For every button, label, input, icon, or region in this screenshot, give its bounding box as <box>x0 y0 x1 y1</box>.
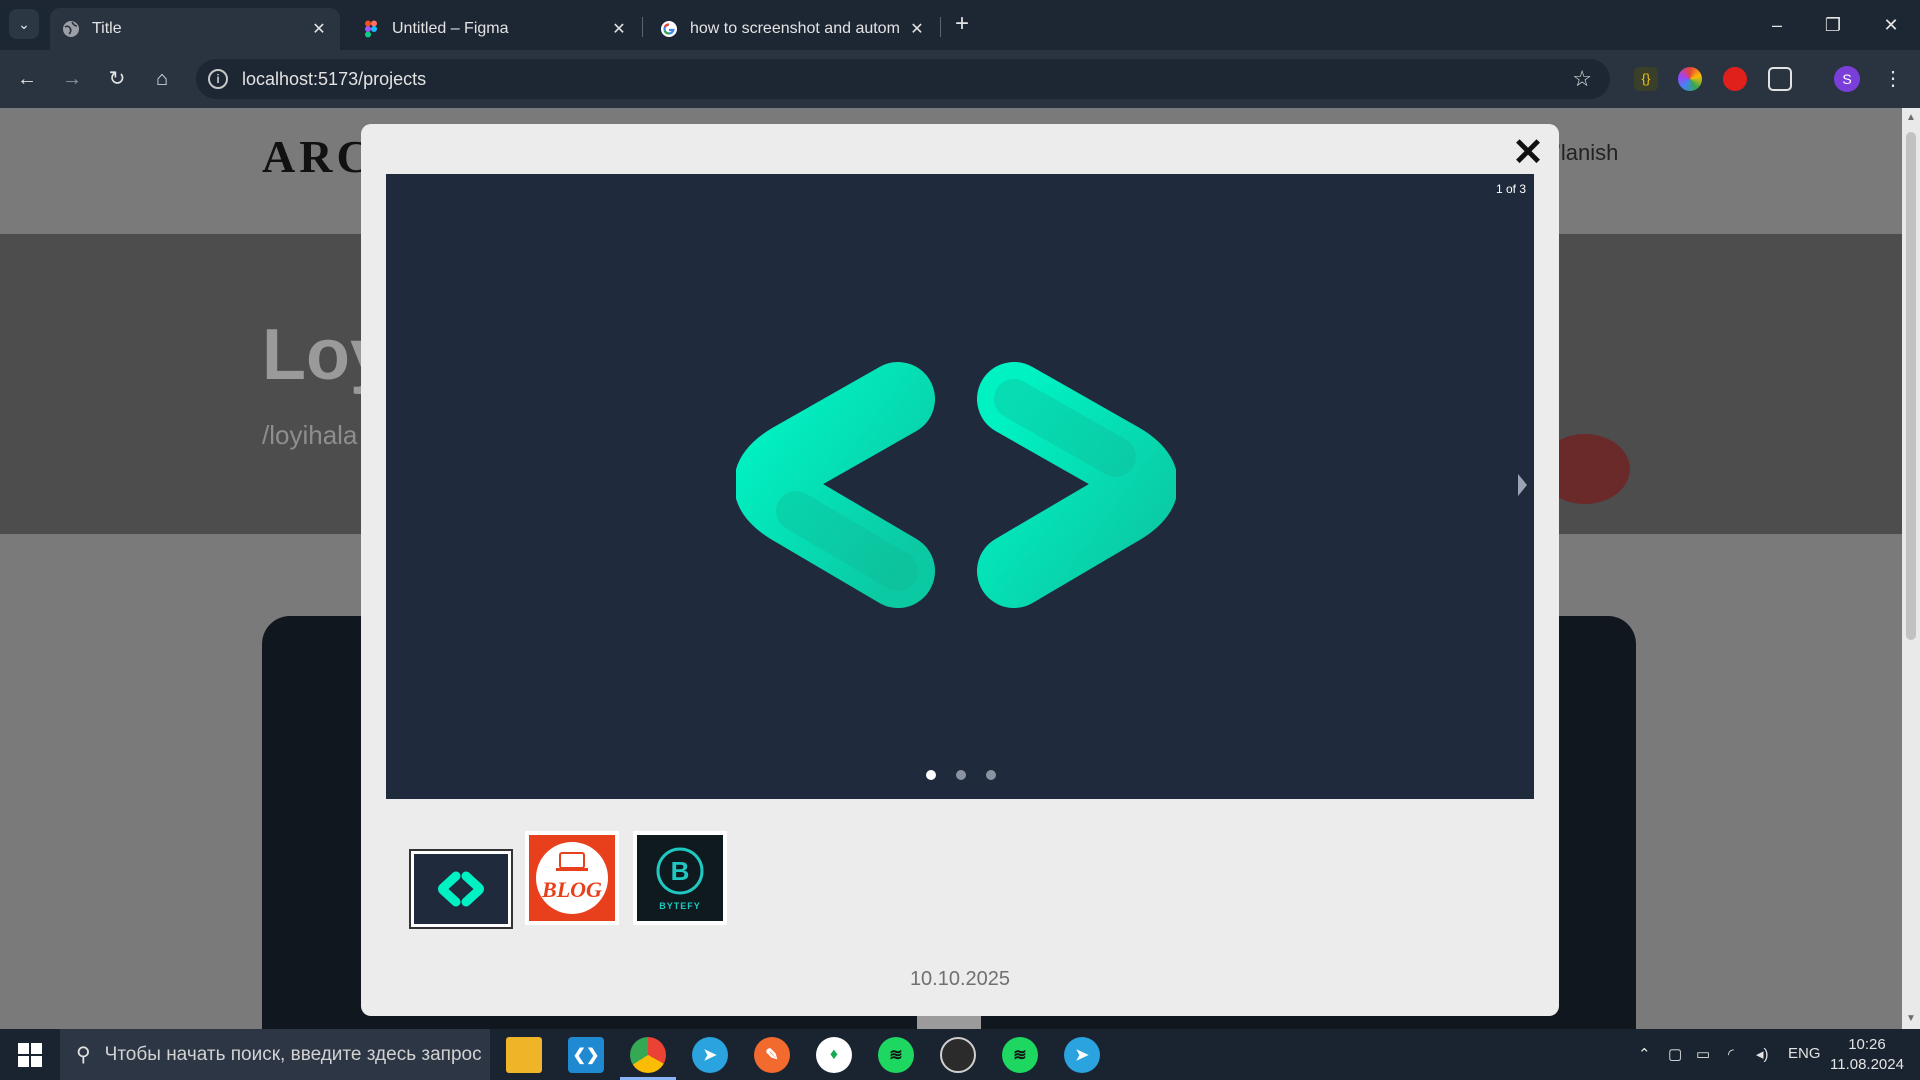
close-tab-icon[interactable]: ✕ <box>908 20 926 38</box>
tab-figma[interactable]: Untitled – Figma ✕ <box>350 8 640 50</box>
show-hidden-icons-icon[interactable]: ⌃ <box>1638 1045 1651 1063</box>
close-tab-icon[interactable]: ✕ <box>310 20 328 38</box>
bytefy-label: BYTEFY <box>659 901 701 911</box>
system-clock[interactable]: 10:26 11.08.2024 <box>1830 1035 1904 1075</box>
project-date: 10.10.2025 <box>909 968 1011 990</box>
thumbnail-strip: BLOG B BYTEFY <box>409 828 727 929</box>
browser-toolbar: ← → ↻ ⌂ i localhost:5173/projects ☆ {} S… <box>0 50 1920 108</box>
carousel-indicator <box>917 1016 981 1029</box>
stop-hand-extension-icon[interactable] <box>1723 67 1747 91</box>
tab-separator <box>642 17 643 37</box>
slide-dot[interactable] <box>986 770 996 780</box>
nav-link[interactable]: ’lanish <box>1556 140 1618 166</box>
slide-dot[interactable] <box>956 770 966 780</box>
image-lightbox-modal: ✕ 1 of 3 BLOG B BYTEFY 10.10.2025 <box>361 124 1559 1016</box>
blog-label: BLOG <box>541 877 602 902</box>
tab-google[interactable]: how to screenshot and automat ✕ <box>648 8 938 50</box>
wifi-icon[interactable]: ◜ <box>1728 1045 1734 1063</box>
tab-title[interactable]: Title ✕ <box>50 8 340 50</box>
breadcrumb: /loyihala <box>262 420 358 450</box>
telegram-icon[interactable]: ➤ <box>1064 1037 1100 1073</box>
close-icon[interactable]: ✕ <box>1511 134 1545 172</box>
windows-taskbar: ⚲ Чтобы начать поиск, введите здесь запр… <box>0 1029 1920 1080</box>
page-scrollbar[interactable]: ▲ ▼ <box>1902 108 1920 1029</box>
tab-label: how to screenshot and automat <box>690 20 900 37</box>
tab-search-button[interactable]: ⌄ <box>9 9 39 39</box>
color-picker-extension-icon[interactable] <box>1678 67 1702 91</box>
spotify-icon[interactable]: ≋ <box>1002 1037 1038 1073</box>
globe-icon <box>63 21 79 37</box>
thumbnail-1[interactable] <box>409 849 513 929</box>
close-tab-icon[interactable]: ✕ <box>610 20 628 38</box>
slide-viewer: 1 of 3 <box>386 174 1534 799</box>
url-text[interactable]: localhost:5173/projects <box>242 69 426 90</box>
menu-kebab-icon[interactable]: ⋮ <box>1878 64 1908 94</box>
bytefy-b-icon: B BYTEFY <box>656 847 704 911</box>
google-icon <box>661 21 677 37</box>
scroll-down-icon[interactable]: ▼ <box>1906 1013 1916 1024</box>
code-brackets-icon <box>438 871 484 907</box>
telegram-icon[interactable]: ➤ <box>692 1037 728 1073</box>
postman-icon[interactable]: ✎ <box>754 1037 790 1073</box>
chrome-icon[interactable] <box>630 1037 666 1073</box>
clock-time: 10:26 <box>1848 1036 1886 1053</box>
browser-tab-bar: ⌄ Title ✕ Untitled – Figma ✕ how to scre… <box>0 0 1920 50</box>
thumbnail-2[interactable]: BLOG <box>525 831 619 925</box>
reload-icon[interactable]: ↻ <box>102 64 132 94</box>
windows-start-icon[interactable] <box>18 1043 42 1067</box>
thumbnail-3[interactable]: B BYTEFY <box>633 831 727 925</box>
address-bar[interactable]: i localhost:5173/projects ☆ <box>196 59 1610 99</box>
tab-label: Title <box>92 20 122 37</box>
figma-icon <box>365 20 377 38</box>
obs-icon[interactable] <box>940 1037 976 1073</box>
site-logo[interactable]: ARC <box>262 130 374 183</box>
back-icon[interactable]: ← <box>12 64 42 94</box>
spotify-icon[interactable]: ≋ <box>878 1037 914 1073</box>
scroll-up-icon[interactable]: ▲ <box>1906 112 1916 123</box>
profile-avatar[interactable]: S <box>1834 66 1860 92</box>
language-indicator[interactable]: ENG <box>1788 1045 1821 1062</box>
slide-dot[interactable] <box>926 770 936 780</box>
file-explorer-icon[interactable] <box>506 1037 542 1073</box>
minimize-icon[interactable]: – <box>1762 10 1792 40</box>
scrollbar-thumb[interactable] <box>1906 132 1916 640</box>
vscode-icon[interactable]: ❮❯ <box>568 1037 604 1073</box>
search-icon: ⚲ <box>76 1044 91 1066</box>
tab-label: Untitled – Figma <box>392 20 509 37</box>
new-tab-button[interactable]: + <box>950 12 974 37</box>
next-slide-icon[interactable] <box>1518 474 1527 496</box>
battery-icon[interactable]: ▭ <box>1696 1045 1710 1063</box>
chevron-down-icon: ⌄ <box>18 15 30 32</box>
json-extension-icon[interactable]: {} <box>1634 67 1658 91</box>
bookmark-star-icon[interactable]: ☆ <box>1572 66 1592 92</box>
extensions-puzzle-icon[interactable] <box>1768 67 1792 91</box>
slide-dots <box>926 770 1006 782</box>
clock-date: 11.08.2024 <box>1830 1056 1904 1073</box>
svg-text:B: B <box>671 856 690 886</box>
forward-icon[interactable]: → <box>57 64 87 94</box>
laptop-icon: BLOG <box>536 842 608 914</box>
tab-separator <box>940 17 941 37</box>
slide-counter: 1 of 3 <box>1495 182 1526 196</box>
taskbar-search-box[interactable]: ⚲ Чтобы начать поиск, введите здесь запр… <box>60 1029 490 1080</box>
search-placeholder: Чтобы начать поиск, введите здесь запрос <box>104 1043 482 1065</box>
close-window-icon[interactable]: ✕ <box>1876 10 1906 40</box>
restore-icon[interactable]: ❐ <box>1818 10 1848 40</box>
meet-now-icon[interactable]: ▢ <box>1668 1045 1682 1063</box>
site-info-icon[interactable]: i <box>208 69 228 89</box>
mongodb-compass-icon[interactable]: ♦ <box>816 1037 852 1073</box>
volume-icon[interactable]: ◂) <box>1756 1045 1769 1063</box>
home-icon[interactable]: ⌂ <box>147 64 177 94</box>
code-brackets-logo <box>736 362 1176 608</box>
